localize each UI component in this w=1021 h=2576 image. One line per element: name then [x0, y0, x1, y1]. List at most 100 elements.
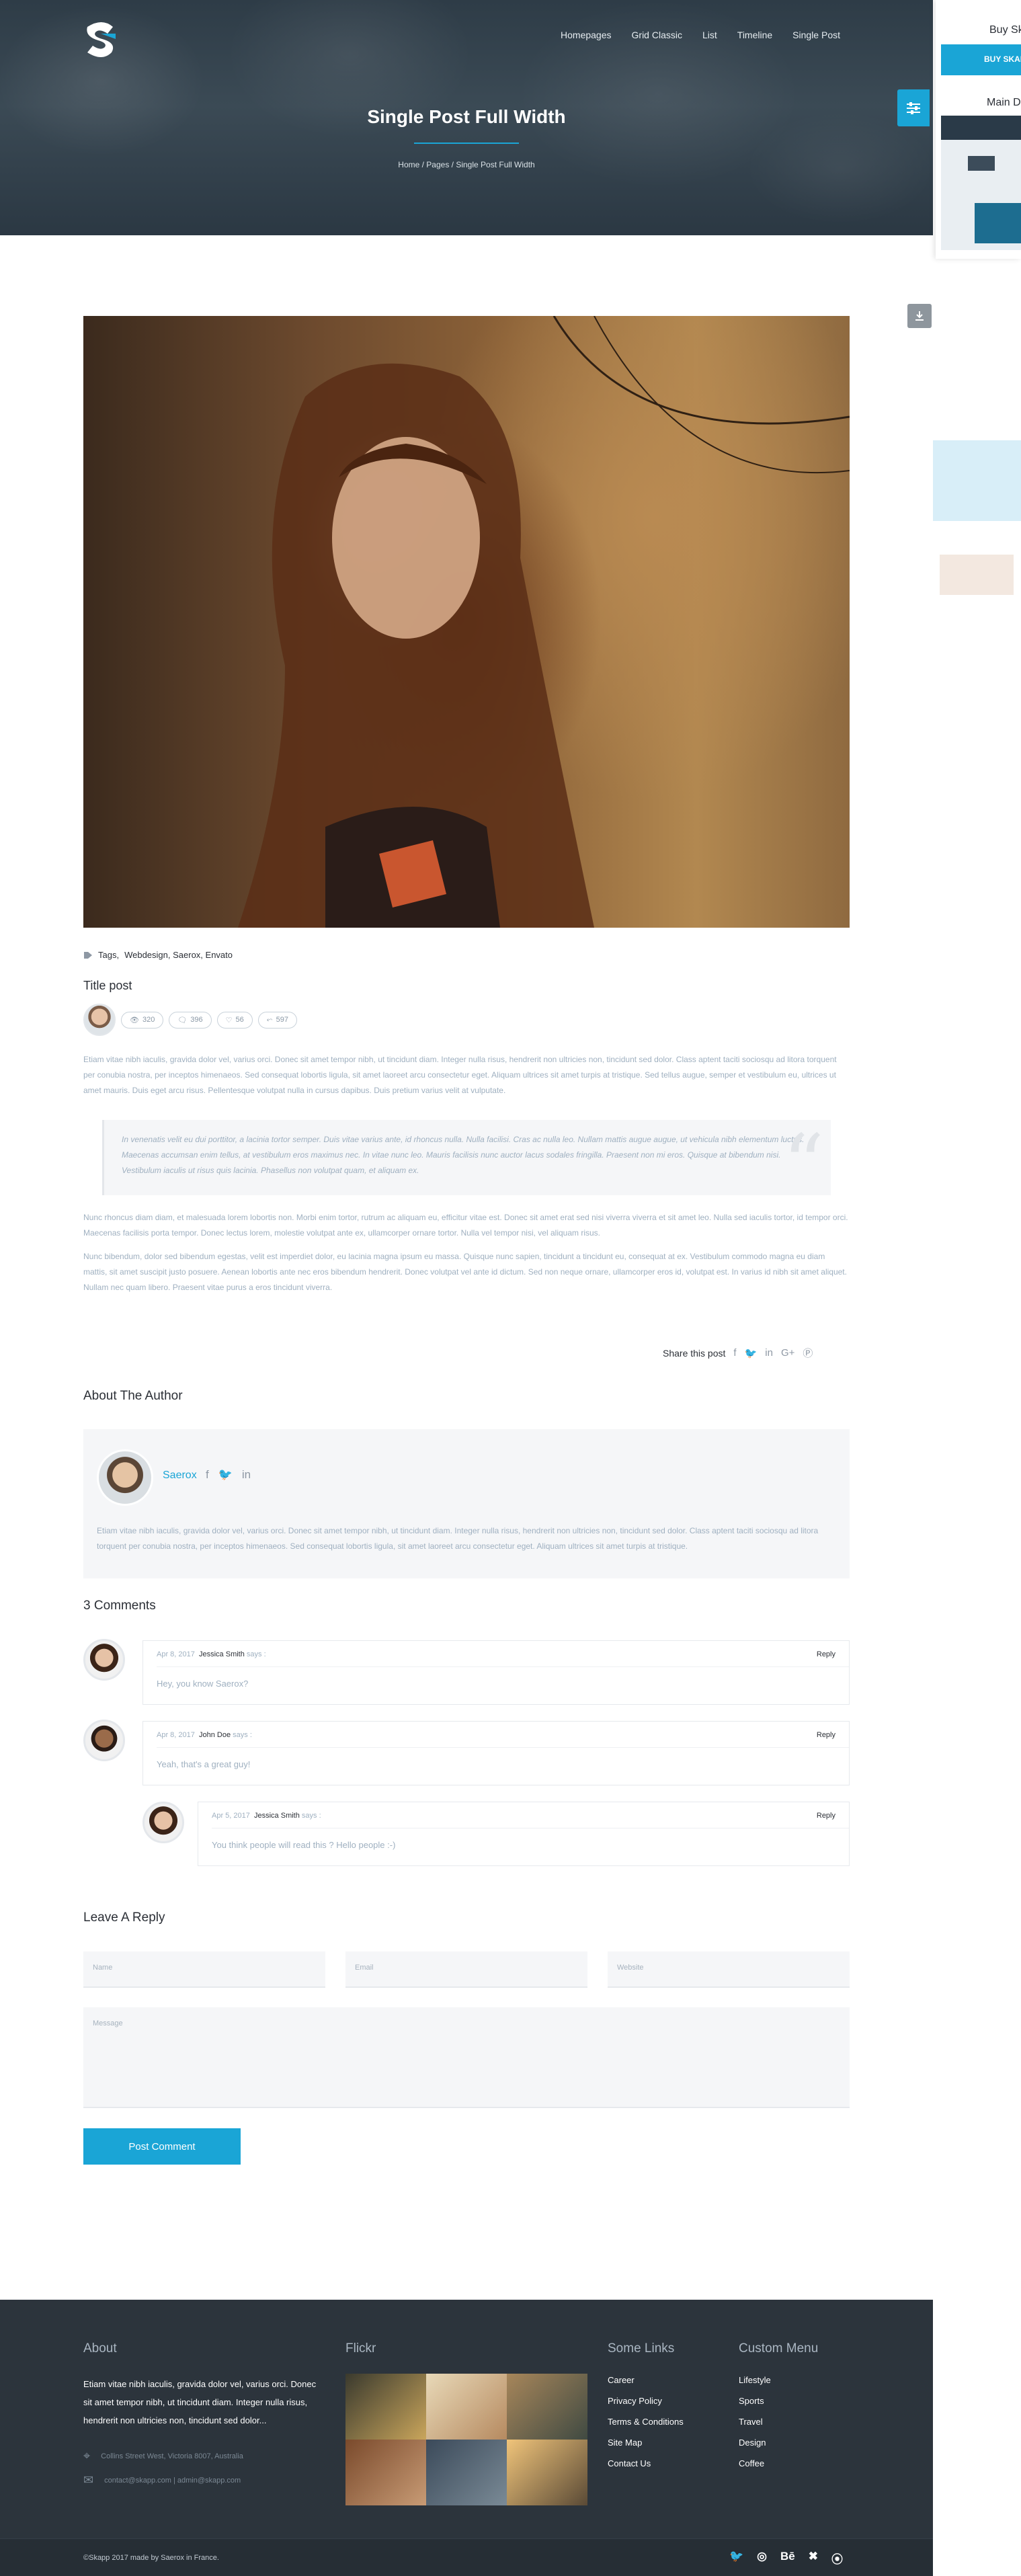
- heart-icon: ♡: [225, 1016, 233, 1024]
- footer-bottom-bar: ©Skapp 2017 made by Saerox in France. 🐦 …: [0, 2538, 933, 2576]
- logo-icon[interactable]: [82, 20, 121, 59]
- breadcrumb[interactable]: Home / Pages / Single Post Full Width: [0, 160, 933, 169]
- flickr-photo[interactable]: [507, 2440, 587, 2505]
- behance-icon[interactable]: Bē: [780, 2550, 795, 2567]
- post-paragraph-1: Etiam vitae nibh iaculis, gravida dolor …: [83, 1055, 837, 1095]
- footer-menu-item[interactable]: Sports: [739, 2396, 771, 2406]
- author-box: Saerox f 🐦 in Etiam vitae nibh iaculis, …: [83, 1429, 850, 1578]
- settings-sliders-button[interactable]: [897, 89, 930, 126]
- flickr-photo[interactable]: [426, 2440, 507, 2505]
- linkedin-icon[interactable]: in: [242, 1468, 251, 1482]
- reply-link[interactable]: Reply: [817, 1812, 835, 1820]
- flickr-photo[interactable]: [507, 2374, 587, 2440]
- nav-list[interactable]: List: [702, 30, 717, 40]
- comment-author: Jessica Smith: [199, 1650, 245, 1658]
- page-header: Homepages Grid Classic List Timeline Sin…: [0, 0, 933, 235]
- reply-link[interactable]: Reply: [817, 1731, 835, 1739]
- footer-menu-item[interactable]: Coffee: [739, 2458, 771, 2468]
- comment-avatar[interactable]: [142, 1802, 184, 1843]
- post-paragraph-2: Nunc rhoncus diam diam, et malesuada lor…: [83, 1213, 848, 1238]
- share-bar: Share this post f 🐦 in G+ Ⓟ: [663, 1346, 813, 1360]
- shares-count[interactable]: ⬿ 597: [257, 1011, 297, 1029]
- post-comment-button[interactable]: Post Comment: [83, 2128, 241, 2165]
- twitter-icon[interactable]: 🐦: [729, 2550, 743, 2567]
- comment-text: You think people will read this ? Hello …: [212, 1840, 396, 1850]
- buy-button[interactable]: BUY SKAP: [941, 44, 1021, 75]
- xing-icon[interactable]: ✖: [809, 2550, 818, 2567]
- reply-link[interactable]: Reply: [817, 1650, 835, 1658]
- comment-item: Apr 8, 2017 Jessica Smith says : Reply H…: [142, 1640, 850, 1705]
- post-author-avatar[interactable]: [83, 1004, 116, 1036]
- nav-single-post[interactable]: Single Post: [792, 30, 840, 40]
- views-count: 👁 320: [121, 1011, 164, 1029]
- flickr-photo[interactable]: [345, 2374, 426, 2440]
- demo-thumbnail[interactable]: [941, 116, 1021, 250]
- comment-item-reply: Apr 5, 2017 Jessica Smith says : Reply Y…: [198, 1802, 850, 1866]
- main-demo-title: Main D: [987, 97, 1021, 108]
- footer-link[interactable]: Site Map: [608, 2438, 684, 2448]
- facebook-icon[interactable]: f: [206, 1468, 209, 1482]
- share-icon: ⬿: [266, 1015, 273, 1024]
- footer-about-text: Etiam vitae nibh iaculis, gravida dolor …: [83, 2379, 317, 2425]
- footer-custom-menu: Lifestyle Sports Travel Design Coffee: [739, 2375, 771, 2468]
- comment-author: Jessica Smith: [254, 1812, 300, 1820]
- post-meta: 👁 320 🗨 396 ♡ 56 ⬿ 597: [83, 1004, 297, 1036]
- footer-menu-title: Custom Menu: [739, 2341, 819, 2356]
- name-field[interactable]: Name: [83, 1951, 325, 1988]
- footer-link[interactable]: Privacy Policy: [608, 2396, 684, 2406]
- footer-menu-item[interactable]: Lifestyle: [739, 2375, 771, 2385]
- footer-flickr-title: Flickr: [345, 2341, 376, 2356]
- author-avatar[interactable]: [97, 1449, 153, 1506]
- footer-link[interactable]: Terms & Conditions: [608, 2417, 684, 2427]
- tags-list[interactable]: Webdesign, Saerox, Envato: [124, 950, 233, 960]
- comment-text: Hey, you know Saerox?: [157, 1679, 249, 1689]
- tag-icon: [84, 951, 92, 959]
- post-featured-image: [83, 316, 850, 928]
- buy-title: Buy Sk: [989, 24, 1021, 36]
- footer-menu-item[interactable]: Travel: [739, 2417, 771, 2427]
- footer: About Etiam vitae nibh iaculis, gravida …: [0, 2300, 933, 2576]
- download-button[interactable]: [907, 304, 932, 328]
- author-name[interactable]: Saerox: [163, 1470, 197, 1482]
- copyright: ©Skapp 2017 made by Saerox in France.: [83, 2554, 219, 2562]
- nav-timeline[interactable]: Timeline: [737, 30, 772, 40]
- sliders-icon: [907, 102, 920, 114]
- reply-heading: Leave A Reply: [83, 1910, 165, 1925]
- title-underline: [414, 143, 519, 144]
- website-field[interactable]: Website: [608, 1951, 850, 1988]
- linkedin-icon[interactable]: in: [765, 1347, 773, 1359]
- message-field[interactable]: Message: [83, 2007, 850, 2108]
- footer-social: 🐦 ◎ Bē ✖ ⦿: [729, 2550, 843, 2567]
- flickr-photo[interactable]: [426, 2374, 507, 2440]
- nav-grid-classic[interactable]: Grid Classic: [632, 30, 682, 40]
- twitter-icon[interactable]: 🐦: [218, 1468, 233, 1482]
- email-field[interactable]: Email: [345, 1951, 587, 1988]
- footer-link[interactable]: Career: [608, 2375, 684, 2385]
- likes-count[interactable]: ♡ 56: [216, 1011, 253, 1029]
- twitter-icon[interactable]: 🐦: [745, 1347, 758, 1359]
- comments-count[interactable]: 🗨 396: [169, 1011, 212, 1029]
- pinterest-icon[interactable]: Ⓟ: [803, 1346, 813, 1360]
- comment-text: Yeah, that's a great guy!: [157, 1759, 251, 1769]
- footer-address: ⌖ Collins Street West, Victoria 8007, Au…: [83, 2449, 243, 2462]
- footer-link[interactable]: Contact Us: [608, 2458, 684, 2468]
- nav-homepages[interactable]: Homepages: [561, 30, 612, 40]
- comment-item: Apr 8, 2017 John Doe says : Reply Yeah, …: [142, 1721, 850, 1785]
- author-social: f 🐦 in: [206, 1468, 251, 1482]
- flickr-gallery: [345, 2374, 587, 2505]
- comment-avatar[interactable]: [83, 1639, 125, 1681]
- comment-avatar[interactable]: [83, 1720, 125, 1761]
- rss-icon[interactable]: ⦿: [831, 2550, 843, 2567]
- facebook-icon[interactable]: f: [733, 1347, 736, 1359]
- envelope-icon: ✉: [83, 2473, 94, 2487]
- author-heading: About The Author: [83, 1389, 183, 1403]
- footer-menu-item[interactable]: Design: [739, 2438, 771, 2448]
- download-icon: [915, 311, 924, 321]
- share-label: Share this post: [663, 1347, 726, 1359]
- google-plus-icon[interactable]: G+: [781, 1347, 794, 1359]
- dribbble-icon[interactable]: ◎: [757, 2550, 767, 2567]
- comment-author: John Doe: [199, 1731, 231, 1739]
- quote-text: In venenatis velit eu dui porttitor, a l…: [122, 1135, 805, 1175]
- footer-email: ✉ contact@skapp.com | admin@skapp.com: [83, 2473, 241, 2487]
- flickr-photo[interactable]: [345, 2440, 426, 2505]
